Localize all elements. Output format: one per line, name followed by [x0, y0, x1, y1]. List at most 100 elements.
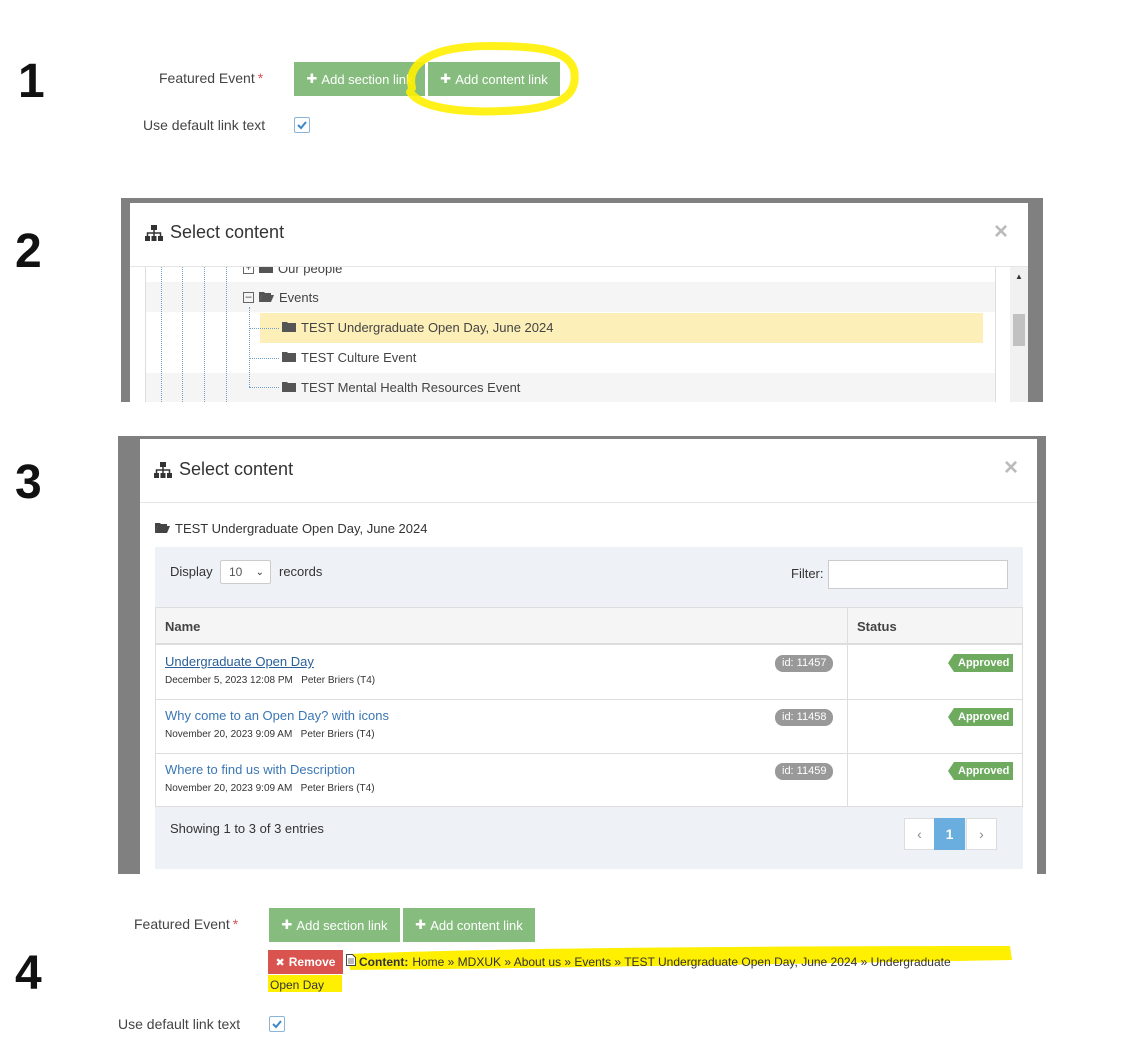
folder-title: TEST Undergraduate Open Day, June 2024: [175, 521, 428, 536]
content-item-meta: December 5, 2023 12:08 PM Peter Briers (…: [165, 675, 375, 686]
highlight-circle: [406, 41, 579, 116]
required-mark: *: [257, 70, 264, 86]
content-item-link[interactable]: Where to find us with Description: [165, 762, 355, 777]
close-icon[interactable]: ×: [994, 220, 1008, 244]
featured-event-label-text: Featured Event: [159, 70, 255, 86]
use-default-link-text-label: Use default link text: [143, 117, 266, 133]
tree-item-our-people[interactable]: + Our people: [243, 267, 342, 276]
use-default-link-text-checkbox[interactable]: [294, 117, 310, 133]
modal-header: Select content ×: [130, 203, 1028, 267]
add-section-link-label: Add section link: [296, 917, 388, 933]
tree-item-selected[interactable]: TEST Undergraduate Open Day, June 2024: [282, 320, 553, 335]
content-item-link[interactable]: Why come to an Open Day? with icons: [165, 708, 389, 723]
expand-icon[interactable]: +: [243, 267, 254, 274]
tree-item-label: Events: [279, 290, 319, 305]
pager-page-1[interactable]: 1: [934, 818, 965, 850]
table-summary: Showing 1 to 3 of 3 entries: [170, 821, 324, 836]
id-badge: id: 11458: [775, 709, 834, 726]
content-breadcrumb-path: Home » MDXUK » About us » Events » TEST …: [412, 954, 951, 969]
use-default-link-text-label: Use default link text: [118, 1016, 241, 1032]
id-badge: id: 11459: [775, 763, 834, 780]
filter-input[interactable]: [828, 560, 1008, 589]
scrollbar[interactable]: ▲: [1010, 267, 1028, 402]
column-header-name[interactable]: Name: [165, 619, 200, 634]
records-per-page-select[interactable]: 10 ⌄: [220, 560, 271, 584]
scroll-up-icon[interactable]: ▲: [1015, 272, 1023, 281]
folder-icon: [259, 267, 273, 276]
chevron-down-icon: ⌄: [255, 566, 264, 578]
document-icon: [346, 954, 356, 969]
required-mark: *: [232, 916, 239, 932]
modal-title-text: Select content: [170, 222, 285, 242]
folder-open-icon: [155, 521, 170, 536]
status-badge: Approved: [948, 654, 1014, 672]
remove-label: Remove: [288, 955, 336, 969]
sitemap-icon: [145, 224, 163, 241]
modal-header: Select content ×: [140, 439, 1037, 503]
add-section-link-button[interactable]: ✚ Add section link: [269, 908, 400, 942]
select-content-modal-list: Select content × TEST Undergraduate Open…: [140, 439, 1037, 874]
content-item-date: November 20, 2023 9:09 AM: [165, 729, 293, 740]
content-item-author: Peter Briers (T4): [301, 675, 376, 686]
tree-guide: [249, 387, 279, 388]
content-item-link[interactable]: Undergraduate Open Day: [165, 654, 314, 669]
content-item-meta: November 20, 2023 9:09 AM Peter Briers (…: [165, 729, 375, 740]
tree-item-label: TEST Culture Event: [301, 350, 417, 365]
pager-prev-button[interactable]: ‹: [904, 818, 935, 850]
modal-title: Select content: [154, 459, 293, 480]
pager-next-button[interactable]: ›: [966, 818, 997, 850]
close-icon[interactable]: ×: [1004, 456, 1018, 480]
tree-guide: [182, 267, 183, 402]
add-content-link-button[interactable]: ✚ Add content link: [403, 908, 535, 942]
use-default-link-text-checkbox[interactable]: [269, 1016, 285, 1032]
filter-label: Filter:: [791, 566, 824, 581]
sitemap-icon: [154, 461, 172, 478]
content-breadcrumb: Content: Home » MDXUK » About us » Event…: [346, 954, 951, 969]
content-item-author: Peter Briers (T4): [300, 783, 375, 794]
plus-icon: ✚: [306, 71, 318, 86]
step-number-1: 1: [18, 55, 45, 108]
records-label: records: [279, 564, 323, 579]
tree-guide: [161, 267, 162, 402]
step-number-4: 4: [15, 947, 42, 1000]
column-divider: [847, 608, 848, 806]
step-number-3: 3: [15, 456, 42, 509]
content-prefix: Content:: [359, 954, 409, 969]
modal-title: Select content: [145, 222, 284, 243]
tree-item-events[interactable]: – Events: [243, 290, 319, 305]
select-content-modal-tree: Select content × + Our people – Events T…: [130, 203, 1028, 402]
tree-guide: [249, 358, 279, 359]
tree-guide: [204, 267, 205, 402]
id-badge: id: 11457: [775, 655, 834, 672]
add-section-link-label: Add section link: [321, 71, 413, 87]
records-per-page-value: 10: [229, 565, 243, 579]
tree-item[interactable]: TEST Culture Event: [282, 350, 416, 365]
row-divider: [156, 699, 1022, 700]
checkmark-icon: [297, 121, 307, 130]
content-breadcrumb-continuation: Open Day: [270, 978, 325, 992]
row-divider: [156, 753, 1022, 754]
content-item-author: Peter Briers (T4): [300, 729, 375, 740]
plus-icon: ✚: [281, 917, 293, 932]
featured-event-label: Featured Event *: [134, 916, 238, 932]
scrollbar-thumb[interactable]: [1013, 314, 1025, 346]
collapse-icon[interactable]: –: [243, 292, 254, 303]
tree-guide: [226, 267, 227, 402]
content-item-date: November 20, 2023 9:09 AM: [165, 783, 293, 794]
column-header-status[interactable]: Status: [857, 619, 897, 634]
content-table: Name Status Undergraduate Open Day Decem…: [155, 607, 1023, 807]
tree-item[interactable]: TEST Mental Health Resources Event: [282, 380, 520, 395]
status-badge: Approved: [948, 708, 1014, 726]
remove-button[interactable]: ✖ Remove: [268, 950, 343, 974]
modal-title-text: Select content: [179, 459, 294, 479]
status-badge: Approved: [948, 762, 1014, 780]
content-item-meta: November 20, 2023 9:09 AM Peter Briers (…: [165, 783, 375, 794]
tree-guide: [249, 307, 250, 387]
close-icon: ✖: [275, 956, 285, 969]
folder-icon: [282, 380, 296, 395]
content-item-date: December 5, 2023 12:08 PM: [165, 675, 293, 686]
folder-open-icon: [259, 290, 274, 305]
folder-icon: [282, 350, 296, 365]
tree-item-label: TEST Undergraduate Open Day, June 2024: [301, 320, 554, 335]
featured-event-label-text: Featured Event: [134, 916, 230, 932]
